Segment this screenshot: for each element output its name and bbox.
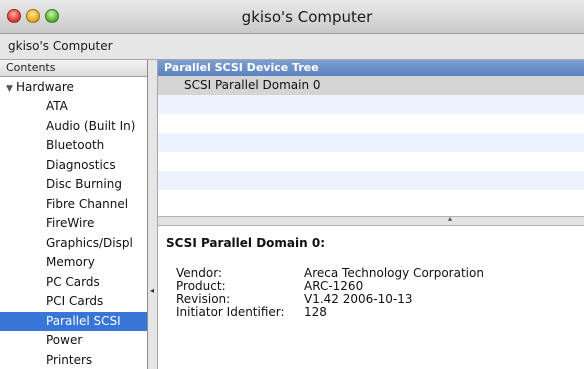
device-tree-row[interactable]: SCSI Parallel Domain 0 [158,76,584,95]
sidebar-item-disc-burning[interactable]: Disc Burning [0,175,147,195]
field-key: Product: [176,279,226,293]
device-tree-header[interactable]: Parallel SCSI Device Tree [158,60,584,76]
splitter-handle-icon[interactable]: ◂ [150,286,154,295]
field-key: Revision: [176,292,231,306]
field-value: 128 [304,305,327,319]
sidebar-item-power[interactable]: Power [0,331,147,351]
sidebar-item-audio[interactable]: Audio (Built In) [0,117,147,137]
detail-title: SCSI Parallel Domain 0: [166,236,325,250]
horizontal-splitter[interactable]: ▴ [158,214,584,226]
device-tree-empty-row [158,95,584,114]
sidebar-item-graphics-displays[interactable]: Graphics/Displ [0,234,147,254]
toolbar: gkiso's Computer [0,34,584,60]
device-tree-empty-row [158,152,584,171]
field-key: Vendor: [176,266,222,280]
field-value: ARC-1260 [304,279,364,293]
breadcrumb[interactable]: gkiso's Computer [8,39,113,53]
device-tree-pane: Parallel SCSI Device Tree SCSI Parallel … [158,60,584,369]
sidebar-item-printers[interactable]: Printers [0,351,147,369]
disclosure-triangle-down-icon[interactable]: ▼ [6,79,16,99]
window-title: gkiso's Computer [241,8,373,26]
field-value: Areca Technology Corporation [304,266,484,280]
field-value: V1.42 2006-10-13 [304,292,413,306]
splitter-handle-icon[interactable]: ▴ [448,214,452,223]
sidebar-item-firewire[interactable]: FireWire [0,214,147,234]
vertical-splitter[interactable]: ◂ [148,60,158,369]
contents-sidebar: Contents ▼ Hardware ATA Audio (Built In) … [0,60,148,369]
field-key: Initiator Identifier: [176,305,285,319]
sidebar-item-pc-cards[interactable]: PC Cards [0,273,147,293]
sidebar-item-pci-cards[interactable]: PCI Cards [0,292,147,312]
sidebar-item-parallel-scsi[interactable]: Parallel SCSI [0,311,147,331]
window-titlebar: gkiso's Computer [0,0,584,34]
sidebar-item-fibre-channel[interactable]: Fibre Channel [0,195,147,215]
sidebar-item-ata[interactable]: ATA [0,97,147,117]
device-tree-empty-row [158,171,584,190]
device-tree-empty-row [158,133,584,152]
sidebar-item-bluetooth[interactable]: Bluetooth [0,136,147,156]
device-tree-empty-row [158,114,584,133]
sidebar-item-hardware[interactable]: ▼ Hardware [0,77,147,97]
sidebar-header[interactable]: Contents [0,60,147,77]
device-tree-empty-row [158,190,584,209]
sidebar-item-diagnostics[interactable]: Diagnostics [0,156,147,176]
sidebar-item-memory[interactable]: Memory [0,253,147,273]
sidebar-item-label: Hardware [16,80,74,94]
